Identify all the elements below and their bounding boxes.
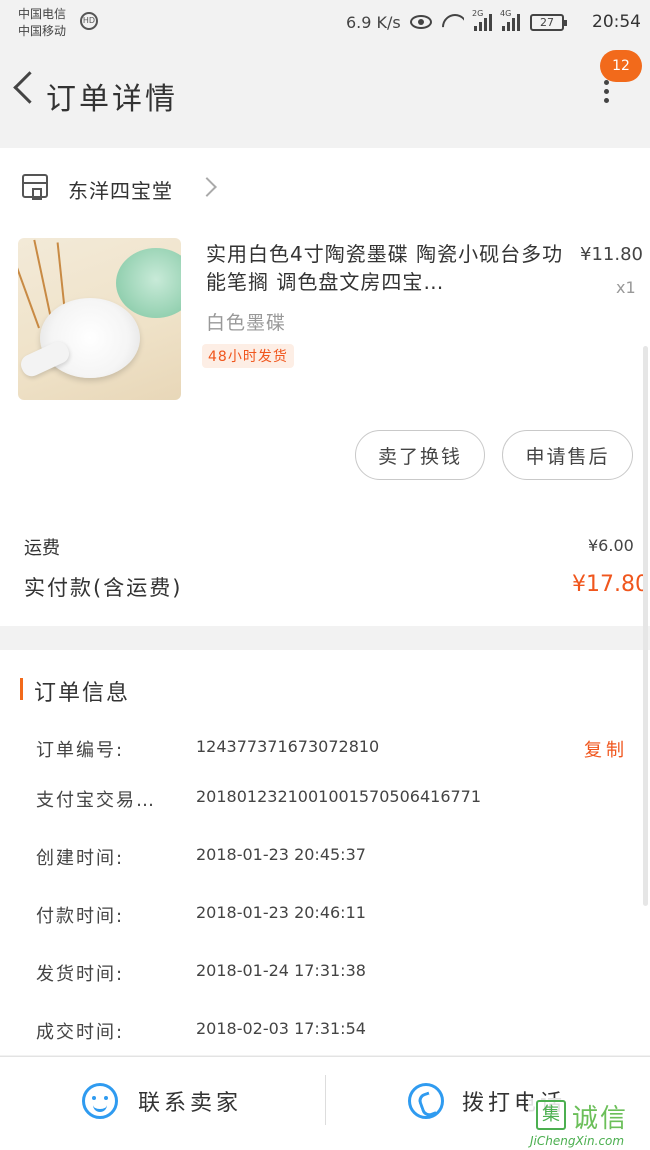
chevron-right-icon [197,177,217,197]
info-label: 发货时间: [36,964,125,985]
info-value: 124377371673072810 [196,737,380,756]
watermark: 集 诚信 JiChengXin.com [528,1098,650,1150]
shipping-fee-label: 运费 [24,538,60,559]
wifi-icon [442,14,464,30]
after-sale-button[interactable]: 申请售后 [502,430,633,480]
watermark-text: 诚信 [572,1104,629,1134]
copy-button[interactable]: 复制 [584,736,628,762]
info-row-alipay-trade: 支付宝交易… 2018012321001001570506416771 [0,786,650,816]
product-quantity: x1 [616,278,636,297]
shop-name: 东洋四宝堂 [68,179,173,203]
hd-voice-icon: HD [80,12,98,30]
info-value: 2018-02-03 17:31:54 [196,1019,366,1038]
network-speed: 6.9 K/s [346,13,401,32]
order-info-section: 订单信息 订单编号: 124377371673072810 复制 支付宝交易… … [0,650,650,1055]
status-icons: 2G 4G 27 [410,9,567,34]
chevron-left-icon[interactable] [8,66,38,108]
info-value: 2018012321001001570506416771 [196,787,482,806]
info-row-shipped: 发货时间: 2018-01-24 17:31:38 [0,960,650,990]
paid-amount-label: 实付款(含运费) [24,576,183,600]
info-value: 2018-01-24 17:31:38 [196,961,366,980]
more-vertical-icon[interactable] [596,80,616,110]
info-label: 成交时间: [36,1022,125,1043]
resell-button[interactable]: 卖了换钱 [355,430,485,480]
contact-seller-label: 联系卖家 [138,1091,243,1116]
battery-icon: 27 [530,13,567,31]
contact-seller-button[interactable]: 联系卖家 [82,1073,242,1129]
divider [325,1075,326,1125]
info-row-paid: 付款时间: 2018-01-23 20:46:11 [0,902,650,932]
signal-type-label: 4G [500,9,512,18]
shipping-tag: 48小时发货 [202,344,294,368]
store-icon [22,174,48,200]
shipping-fee-value: ¥6.00 [588,536,634,555]
carrier-2: 中国移动 [18,24,67,38]
status-bar: 中国电信 中国移动 HD 6.9 K/s 2G 4G 27 20:54 [0,0,650,46]
paid-amount-value: ¥17.80 [572,572,649,597]
clock: 20:54 [592,12,641,32]
signal-2g-icon: 2G [472,9,492,31]
product-price: ¥11.80 [580,244,643,265]
chat-icon [82,1083,118,1119]
scrollbar[interactable] [643,346,648,906]
product-image[interactable] [18,238,181,400]
info-row-order-number: 订单编号: 124377371673072810 复制 [0,736,650,766]
product-variant: 白色墨碟 [206,312,287,334]
carrier-1: 中国电信 [18,7,67,21]
watermark-url: JiChengXin.com [530,1134,625,1148]
section-title: 订单信息 [34,681,131,706]
phone-icon [408,1083,444,1119]
order-item-card: 东洋四宝堂 实用白色4寸陶瓷墨碟 陶瓷小砚台多功能笔搁 调色盘文房四宝… ¥11… [0,148,650,626]
product-title[interactable]: 实用白色4寸陶瓷墨碟 陶瓷小砚台多功能笔搁 调色盘文房四宝… [206,240,570,296]
shop-row[interactable]: 东洋四宝堂 [0,168,650,208]
info-label: 付款时间: [36,906,125,927]
watermark-logo: 集 [536,1100,566,1130]
info-row-completed: 成交时间: 2018-02-03 17:31:54 [0,1018,650,1048]
signal-type-label: 2G [472,9,484,18]
signal-4g-icon: 4G [500,9,520,31]
carrier-names: 中国电信 中国移动 [18,6,66,40]
info-label: 订单编号: [36,740,125,761]
info-value: 2018-01-23 20:46:11 [196,903,366,922]
section-accent-bar [20,678,23,700]
info-label: 支付宝交易… [36,790,156,811]
info-value: 2018-01-23 20:45:37 [196,845,366,864]
message-count-badge[interactable]: 12 [600,50,642,82]
page-title: 订单详情 [46,82,178,117]
app-header: 订单详情 12 [0,46,650,146]
info-row-created: 创建时间: 2018-01-23 20:45:37 [0,844,650,874]
info-label: 创建时间: [36,848,125,869]
eye-comfort-icon [410,15,432,29]
